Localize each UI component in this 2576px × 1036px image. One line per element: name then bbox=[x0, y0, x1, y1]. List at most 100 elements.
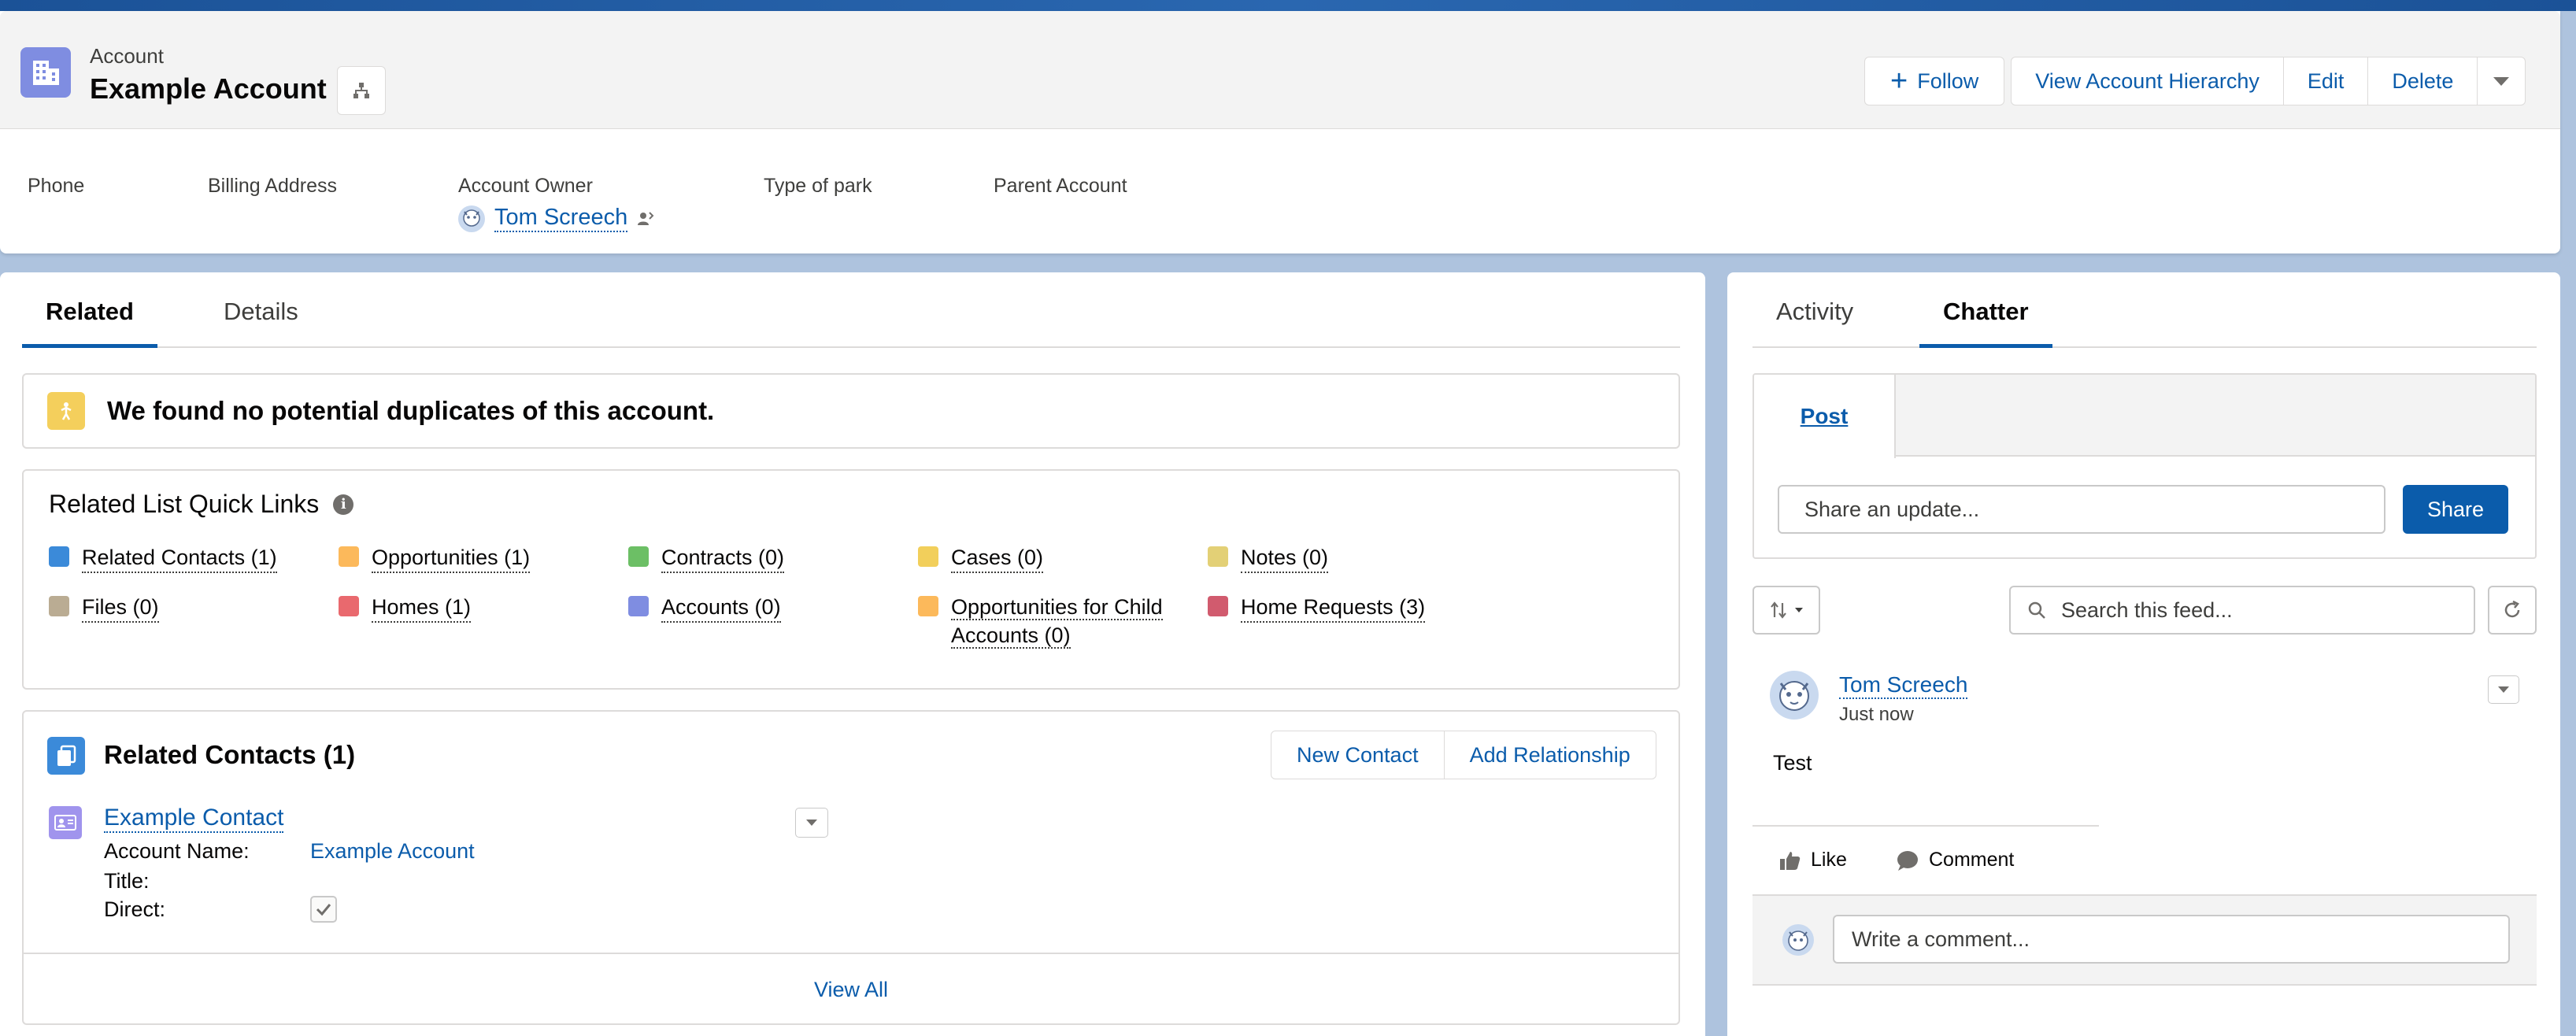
comment-label: Comment bbox=[1929, 849, 2015, 871]
quick-link-label: Home Requests (3) bbox=[1241, 593, 1426, 623]
like-button[interactable]: Like bbox=[1779, 849, 1847, 871]
chatter-publisher: Post Share an update... Share bbox=[1752, 373, 2537, 559]
duplicates-message: We found no potential duplicates of this… bbox=[107, 396, 715, 425]
direct-label: Direct: bbox=[104, 897, 166, 921]
contact-row-menu[interactable] bbox=[795, 808, 828, 838]
publisher-tabs: Post bbox=[1754, 375, 2535, 458]
quick-link-cases[interactable]: Cases (0) bbox=[918, 543, 1044, 573]
view-all-link[interactable]: View All bbox=[814, 978, 888, 1002]
tab-details[interactable]: Details bbox=[200, 298, 322, 346]
feed-sort-button[interactable] bbox=[1752, 586, 1820, 635]
more-actions-button[interactable] bbox=[2478, 57, 2526, 105]
file-icon bbox=[49, 596, 69, 616]
quick-link-accounts[interactable]: Accounts (0) bbox=[628, 593, 781, 623]
side-panel: Activity Chatter Post Share an update...… bbox=[1727, 272, 2560, 1036]
owner-link[interactable]: Tom Screech bbox=[494, 205, 628, 232]
contacts-icon bbox=[49, 546, 69, 567]
post-timestamp[interactable]: Just now bbox=[1839, 704, 1914, 726]
delete-button[interactable]: Delete bbox=[2368, 57, 2478, 105]
chevron-down-icon bbox=[2498, 686, 2509, 693]
like-icon bbox=[1780, 851, 1801, 870]
account-icon bbox=[628, 596, 649, 616]
tab-activity[interactable]: Activity bbox=[1752, 298, 1877, 346]
quick-link-label: Homes (1) bbox=[372, 593, 472, 623]
quick-link-notes[interactable]: Notes (0) bbox=[1208, 543, 1329, 573]
record-header: Account Example Account + Follow View Ac… bbox=[0, 11, 2560, 253]
quick-links-title-text: Related List Quick Links bbox=[49, 490, 320, 518]
info-icon[interactable]: i bbox=[333, 494, 354, 515]
account-name-label: Account Name: bbox=[104, 839, 250, 863]
side-tabs: Activity Chatter bbox=[1752, 272, 2537, 348]
opportunity-icon bbox=[918, 596, 938, 616]
record-header-top: Account Example Account + Follow View Ac… bbox=[0, 11, 2560, 129]
avatar bbox=[458, 205, 485, 232]
sort-icon bbox=[1771, 601, 1786, 619]
main-tabs: Related Details bbox=[22, 272, 1680, 348]
quick-link-label: Opportunities (1) bbox=[372, 543, 531, 573]
comment-area: Write a comment... bbox=[1752, 894, 2537, 986]
duplicate-warning-icon bbox=[47, 392, 85, 430]
search-icon bbox=[2028, 601, 2045, 619]
quick-links-card: Related List Quick Links i Related Conta… bbox=[22, 469, 1680, 690]
direct-checkbox bbox=[310, 896, 337, 923]
quick-link-opportunities[interactable]: Opportunities (1) bbox=[339, 543, 531, 573]
record-name: Example Account bbox=[90, 72, 327, 105]
account-owner-label: Account Owner bbox=[458, 175, 593, 197]
chevron-down-icon bbox=[2493, 77, 2510, 86]
object-label: Account bbox=[90, 44, 164, 68]
contact-name-link[interactable]: Example Contact bbox=[104, 805, 284, 833]
avatar[interactable] bbox=[1770, 671, 1819, 720]
quick-link-contracts[interactable]: Contracts (0) bbox=[628, 543, 785, 573]
add-relationship-button[interactable]: Add Relationship bbox=[1444, 731, 1656, 779]
follow-button[interactable]: + Follow bbox=[1864, 57, 2005, 105]
share-button[interactable]: Share bbox=[2403, 485, 2508, 534]
post-tab-label: Post bbox=[1800, 404, 1849, 428]
change-owner-icon[interactable] bbox=[635, 209, 654, 228]
quick-link-opportunities-child[interactable]: Opportunities for Child Accounts (0) bbox=[918, 593, 1179, 649]
note-icon bbox=[1208, 546, 1228, 567]
post-author-link[interactable]: Tom Screech bbox=[1839, 672, 1968, 699]
quick-link-label: Cases (0) bbox=[951, 543, 1044, 573]
type-of-park-label: Type of park bbox=[764, 175, 872, 197]
tab-post[interactable]: Post bbox=[1754, 375, 1896, 458]
feed-search-placeholder: Search this feed... bbox=[2061, 598, 2233, 622]
quick-link-label: Files (0) bbox=[82, 593, 159, 623]
share-update-input[interactable]: Share an update... bbox=[1778, 485, 2385, 534]
new-contact-button[interactable]: New Contact bbox=[1271, 731, 1445, 779]
contact-icon bbox=[49, 806, 82, 839]
quick-link-label: Contracts (0) bbox=[661, 543, 785, 573]
quick-link-homes[interactable]: Homes (1) bbox=[339, 593, 472, 623]
title-label: Title: bbox=[104, 869, 150, 893]
chevron-down-icon bbox=[806, 820, 817, 826]
refresh-icon bbox=[2504, 600, 2520, 618]
related-contacts-card: Related Contacts (1) New Contact Add Rel… bbox=[22, 710, 1680, 1025]
opportunity-icon bbox=[339, 546, 359, 567]
post-menu-button[interactable] bbox=[2488, 675, 2519, 704]
account-name-link[interactable]: Example Account bbox=[310, 839, 475, 864]
quick-link-files[interactable]: Files (0) bbox=[49, 593, 159, 623]
divider bbox=[1752, 825, 2099, 827]
main-panel: Related Details We found no potential du… bbox=[0, 272, 1705, 1036]
feed-search-input[interactable]: Search this feed... bbox=[2009, 586, 2475, 635]
like-label: Like bbox=[1811, 849, 1847, 871]
edit-button[interactable]: Edit bbox=[2283, 57, 2369, 105]
quick-link-label: Accounts (0) bbox=[661, 593, 781, 623]
home-request-icon bbox=[1208, 596, 1228, 616]
write-comment-input[interactable]: Write a comment... bbox=[1833, 915, 2510, 964]
refresh-feed-button[interactable] bbox=[2488, 586, 2537, 635]
parent-account-label: Parent Account bbox=[994, 175, 1127, 197]
comment-button[interactable]: Comment bbox=[1896, 849, 2014, 871]
hierarchy-icon bbox=[353, 83, 369, 98]
view-account-hierarchy-button[interactable]: View Account Hierarchy bbox=[2011, 57, 2284, 105]
quick-link-label: Related Contacts (1) bbox=[82, 543, 277, 573]
tab-related[interactable]: Related bbox=[22, 298, 157, 348]
related-contacts-title: Related Contacts (1) bbox=[104, 740, 356, 769]
hierarchy-button[interactable] bbox=[337, 66, 386, 115]
case-icon bbox=[918, 546, 938, 567]
account-icon bbox=[20, 47, 71, 98]
quick-link-related-contacts[interactable]: Related Contacts (1) bbox=[49, 543, 277, 573]
check-icon bbox=[316, 904, 331, 916]
comment-icon bbox=[1897, 850, 1918, 871]
tab-chatter[interactable]: Chatter bbox=[1919, 298, 2052, 348]
quick-link-home-requests[interactable]: Home Requests (3) bbox=[1208, 593, 1426, 623]
